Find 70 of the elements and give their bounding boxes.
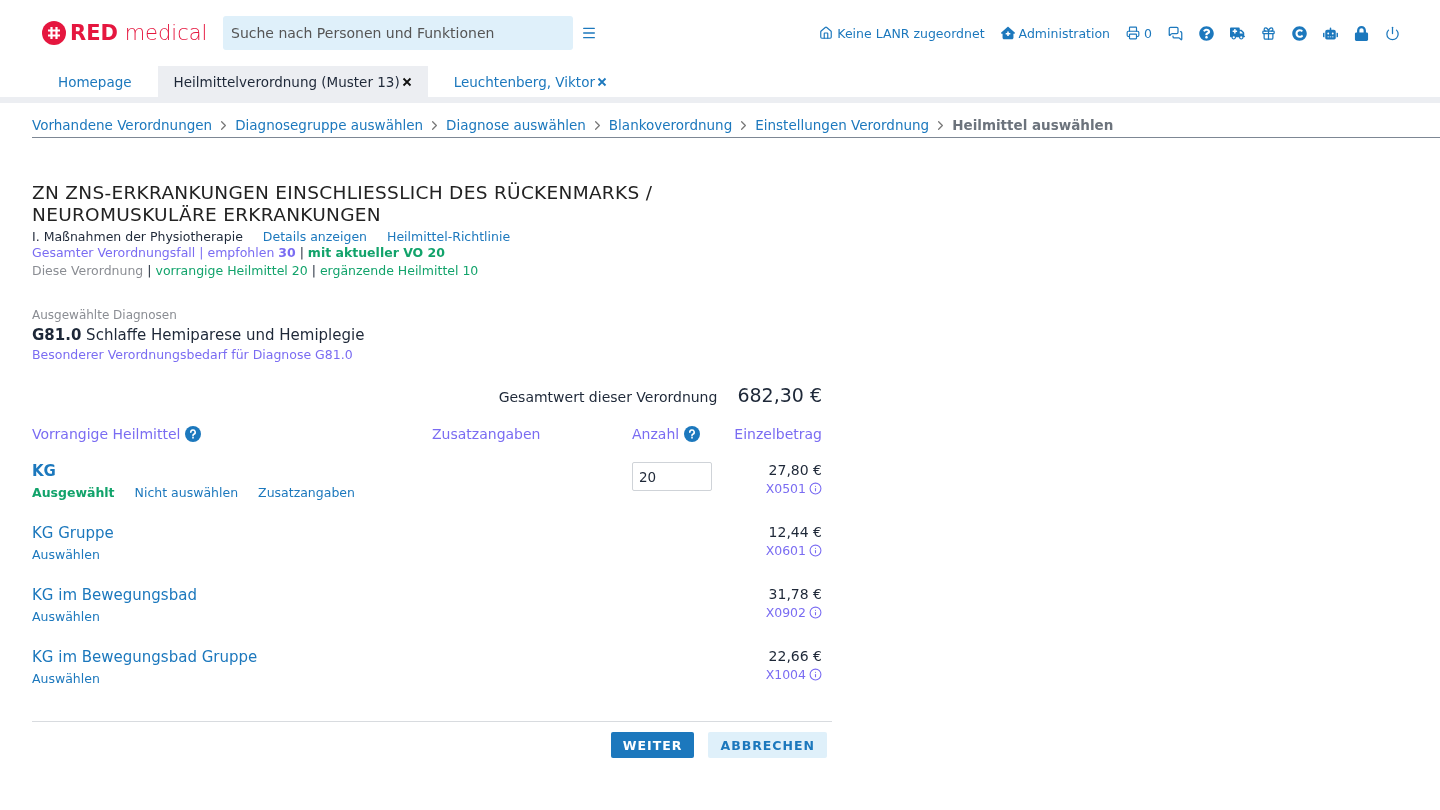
- price-text: 22,66 €: [768, 648, 822, 664]
- lock-icon[interactable]: [1354, 25, 1369, 41]
- breadcrumb-link[interactable]: Blankoverordnung: [608, 117, 733, 133]
- status-text: Ausgewählt: [32, 485, 115, 500]
- link[interactable]: Details anzeigen: [262, 229, 368, 244]
- info-icon[interactable]: [809, 482, 822, 495]
- power-icon[interactable]: [1385, 25, 1400, 41]
- price-text: 12,44 €: [768, 524, 822, 540]
- action-link[interactable]: Zusatzangaben: [258, 485, 355, 500]
- remedy-name: KG im Bewegungsbad Gruppe: [32, 648, 259, 666]
- breadcrumb-link[interactable]: Heilmittel auswählen: [952, 117, 1114, 133]
- header-link[interactable]: Administration: [1000, 25, 1111, 41]
- code-link[interactable]: X0601: [765, 543, 822, 558]
- quantity-field[interactable]: 20: [632, 462, 712, 491]
- info-icon[interactable]: [809, 606, 822, 619]
- chat-icon[interactable]: [1168, 25, 1183, 41]
- column-header: Zusatzangaben: [432, 426, 541, 442]
- search-field[interactable]: Suche nach Personen und Funktionen: [223, 16, 573, 50]
- price-text: 31,78 €: [768, 586, 822, 602]
- summary-line: Diese Verordnung | vorrangige Heilmittel 20 | ergänzende Heilmittel 10: [32, 262, 480, 280]
- help-icon[interactable]: [1199, 25, 1214, 41]
- action-link[interactable]: Auswählen: [32, 609, 100, 624]
- column-header: Anzahl: [632, 426, 701, 442]
- home-icon: [819, 26, 834, 40]
- cancel-button[interactable]: ABBRECHEN: [708, 732, 827, 758]
- diagnosis-note: Besonderer Verordnungsbedarf für Diagnose G81.0: [32, 347, 354, 362]
- column-header: Vorrangige Heilmittel: [32, 426, 202, 442]
- breadcrumb-link[interactable]: Diagnose auswählen: [446, 117, 586, 133]
- page-title: ZN ZNS-ERKRANKUNGEN EINSCHLIESSLICH DES RÜCKENMARKS / NEUROMUSKULÄRE ERKRANKUNGEN: [32, 182, 654, 226]
- link[interactable]: Heilmittel-Richtlinie: [387, 229, 511, 244]
- diagnosis-text: G81.0 Schlaffe Hemiparese und Hemiplegie: [32, 326, 366, 344]
- section-label: Ausgewählte Diagnosen: [32, 308, 178, 322]
- action-link[interactable]: Nicht auswählen: [134, 485, 239, 500]
- breadcrumb-link[interactable]: Vorhandene Verordnungen: [32, 117, 213, 133]
- remedy-name: KG: [32, 462, 57, 480]
- house-plus-icon: [1000, 26, 1015, 40]
- column-header: Einzelbetrag: [734, 426, 822, 442]
- action-link[interactable]: Auswählen: [32, 671, 100, 686]
- truck-icon[interactable]: [1230, 25, 1245, 41]
- total-label: Gesamtwert dieser Verordnung: [498, 389, 718, 405]
- action-link[interactable]: Auswählen: [32, 547, 100, 562]
- price-text: 27,80 €: [768, 462, 822, 478]
- copyright-icon[interactable]: [1292, 25, 1307, 41]
- printer-icon: [1126, 26, 1141, 40]
- close-icon[interactable]: [401, 76, 412, 87]
- remedy-name: KG im Bewegungsbad: [32, 586, 198, 604]
- logo-text: RED medical: [70, 21, 208, 45]
- logo-icon: [42, 21, 66, 45]
- help-icon[interactable]: [684, 426, 701, 442]
- breadcrumb-link[interactable]: Diagnosegruppe auswählen: [235, 117, 424, 133]
- code-link[interactable]: X1004: [765, 667, 822, 682]
- category-text: I. Maßnahmen der Physiotherapie: [32, 229, 243, 244]
- menu-icon[interactable]: [581, 25, 597, 41]
- tab[interactable]: Leuchtenberg, Viktor: [437, 66, 623, 97]
- robot-icon[interactable]: [1323, 25, 1338, 41]
- header-link[interactable]: 0: [1126, 25, 1152, 41]
- code-link[interactable]: X0902: [765, 605, 822, 620]
- info-icon[interactable]: [809, 544, 822, 557]
- next-button[interactable]: WEITER: [610, 732, 695, 758]
- tab[interactable]: Heilmittelverordnung (Muster 13): [157, 66, 428, 97]
- summary-line: Gesamter Verordnungsfall | empfohlen 30 | mit aktueller VO 20: [32, 244, 446, 262]
- gift-icon[interactable]: [1261, 25, 1276, 41]
- total-value: 682,30 €: [737, 384, 822, 406]
- code-link[interactable]: X0501: [765, 481, 822, 496]
- help-icon[interactable]: [185, 426, 202, 442]
- header-link[interactable]: Keine LANR zugeordnet: [819, 25, 985, 41]
- tab[interactable]: Homepage: [42, 66, 148, 97]
- breadcrumb-link[interactable]: Einstellungen Verordnung: [755, 117, 930, 133]
- info-icon[interactable]: [809, 668, 822, 681]
- remedy-name: KG Gruppe: [32, 524, 115, 542]
